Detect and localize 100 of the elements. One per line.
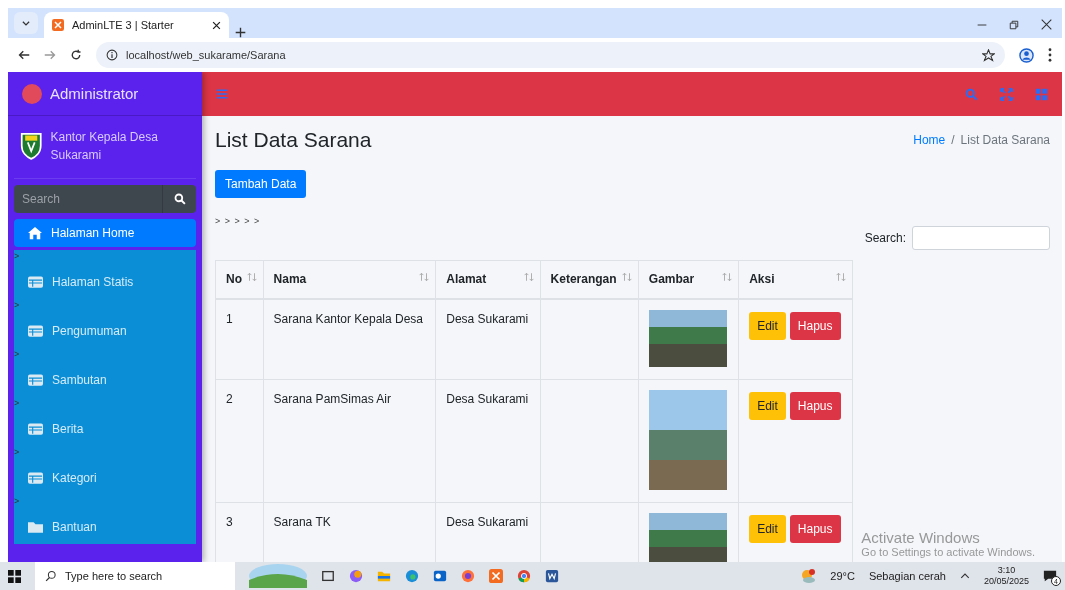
close-icon[interactable] <box>1041 19 1052 30</box>
chevron-up-icon[interactable] <box>959 571 970 581</box>
sort-icon <box>419 272 430 283</box>
outlook-icon[interactable] <box>433 569 447 583</box>
folder-icon[interactable] <box>377 569 391 583</box>
search-button[interactable] <box>162 185 196 213</box>
nav-item[interactable]: > Berita <box>14 397 196 446</box>
nav-link[interactable]: Sambutan <box>14 373 182 387</box>
table-cell: Desa Sukarami <box>435 379 541 502</box>
back-arrow-icon[interactable] <box>18 49 30 61</box>
search-label: Search: <box>864 231 906 245</box>
nav-link[interactable]: Berita <box>14 422 182 436</box>
nav-item[interactable]: > Bantuan <box>14 495 196 544</box>
table-icon <box>28 374 43 386</box>
table-cell: 2 <box>215 379 264 502</box>
edit-button[interactable]: Edit <box>749 514 786 543</box>
column-header[interactable]: No <box>215 260 264 299</box>
sort-icon <box>621 272 632 283</box>
column-header[interactable]: Alamat <box>435 260 541 299</box>
brand-text: Administrator <box>50 85 139 102</box>
nav-item-active[interactable]: Halaman Home <box>14 219 196 247</box>
chevron-marker: > <box>14 250 21 262</box>
delete-button[interactable]: Hapus <box>789 391 841 420</box>
pager-arrows: > > > > > <box>215 216 262 226</box>
activation-title: Activate Windows <box>861 529 981 546</box>
nav-link[interactable]: Halaman Home <box>28 226 182 240</box>
edit-button[interactable]: Edit <box>749 311 786 340</box>
table-icon <box>28 472 43 484</box>
profile-icon[interactable] <box>1019 47 1034 63</box>
chevron-marker: > <box>14 299 21 311</box>
chevron-marker: > <box>14 495 21 507</box>
nav-link[interactable]: Bantuan <box>14 520 182 534</box>
favicon-icon <box>52 19 64 31</box>
nav-item[interactable]: > Sambutan <box>14 348 196 397</box>
edit-button[interactable]: Edit <box>749 391 786 420</box>
chevron-marker: > <box>14 397 21 409</box>
nav-link[interactable]: Pengumuman <box>14 324 182 338</box>
avatar-icon <box>22 83 42 104</box>
task-view-icon[interactable] <box>321 569 335 583</box>
more-vertical-icon[interactable] <box>1048 48 1052 62</box>
nav-item[interactable]: > Pengumuman <box>14 299 196 348</box>
restore-icon[interactable] <box>1009 19 1019 30</box>
reload-icon[interactable] <box>70 49 82 61</box>
activation-text: Go to Settings to activate Windows. <box>861 546 1035 558</box>
column-header[interactable]: Keterangan <box>540 260 639 299</box>
sort-icon <box>836 272 846 283</box>
plus-icon[interactable] <box>235 27 246 38</box>
temperature-text: 29°C <box>830 570 855 582</box>
home-icon <box>28 226 42 240</box>
column-header[interactable]: Nama <box>263 260 436 299</box>
delete-button[interactable]: Hapus <box>789 311 841 340</box>
browser-tab[interactable]: AdminLTE 3 | Starter <box>44 12 229 38</box>
column-header[interactable]: Aksi <box>738 260 853 299</box>
edge-icon[interactable] <box>405 569 419 583</box>
nav-item[interactable]: > Halaman Statis <box>14 250 196 299</box>
add-data-button[interactable]: Tambah Data <box>215 170 307 198</box>
table-cell: Sarana Kantor Kepala Desa <box>263 298 436 379</box>
url-text: localhost/web_sukarame/Sarana <box>126 49 286 61</box>
taskbar-search-field[interactable]: Type here to search <box>35 562 235 590</box>
close-icon[interactable] <box>212 20 221 30</box>
table-icon <box>28 325 43 337</box>
chevron-down-icon <box>21 18 31 28</box>
table-icon <box>28 423 43 435</box>
chrome-icon[interactable] <box>517 569 531 583</box>
page-title: List Data Sarana <box>215 128 372 152</box>
sidebar-search-field[interactable]: Search <box>14 185 162 213</box>
windows-logo-icon[interactable] <box>8 569 21 583</box>
delete-button[interactable]: Hapus <box>789 514 841 543</box>
search-icon <box>45 570 57 582</box>
nav-label: Kategori <box>52 471 97 485</box>
nav-item[interactable]: > Kategori <box>14 446 196 495</box>
table-cell: Desa Sukarami <box>435 298 541 379</box>
sort-icon <box>523 272 534 283</box>
table-cell: Sarana PamSimas Air <box>263 379 436 502</box>
table-search-field[interactable] <box>912 226 1050 250</box>
chevron-marker: > <box>14 446 21 458</box>
chevron-marker: > <box>14 348 21 360</box>
nav-label: Halaman Home <box>51 226 135 240</box>
clock[interactable]: 3:10 20/05/2025 <box>983 565 1029 587</box>
search-icon <box>173 193 186 205</box>
table-icon <box>28 276 43 288</box>
nav-link[interactable]: Halaman Statis <box>14 275 182 289</box>
weather-text: Sebagian cerah <box>868 570 946 582</box>
address-bar[interactable]: localhost/web_sukarame/Sarana <box>96 42 1005 68</box>
firefox-icon[interactable] <box>461 569 475 583</box>
weather-icon[interactable] <box>800 568 817 584</box>
xampp-icon[interactable] <box>489 569 503 583</box>
nav-label: Bantuan <box>52 520 97 534</box>
breadcrumb-separator: / <box>951 133 955 147</box>
sort-icon <box>722 272 733 283</box>
word-icon[interactable] <box>545 569 559 583</box>
breadcrumb-link[interactable]: List Data Sarana <box>960 133 1050 147</box>
sort-icon <box>246 272 257 283</box>
nav-label: Pengumuman <box>52 324 127 338</box>
copilot-icon[interactable] <box>349 569 363 583</box>
nav-label: Halaman Statis <box>52 275 134 289</box>
star-icon[interactable] <box>982 48 995 62</box>
nav-link[interactable]: Kategori <box>14 471 182 485</box>
breadcrumb-link[interactable]: Home <box>913 133 946 147</box>
column-header[interactable]: Gambar <box>638 260 739 299</box>
